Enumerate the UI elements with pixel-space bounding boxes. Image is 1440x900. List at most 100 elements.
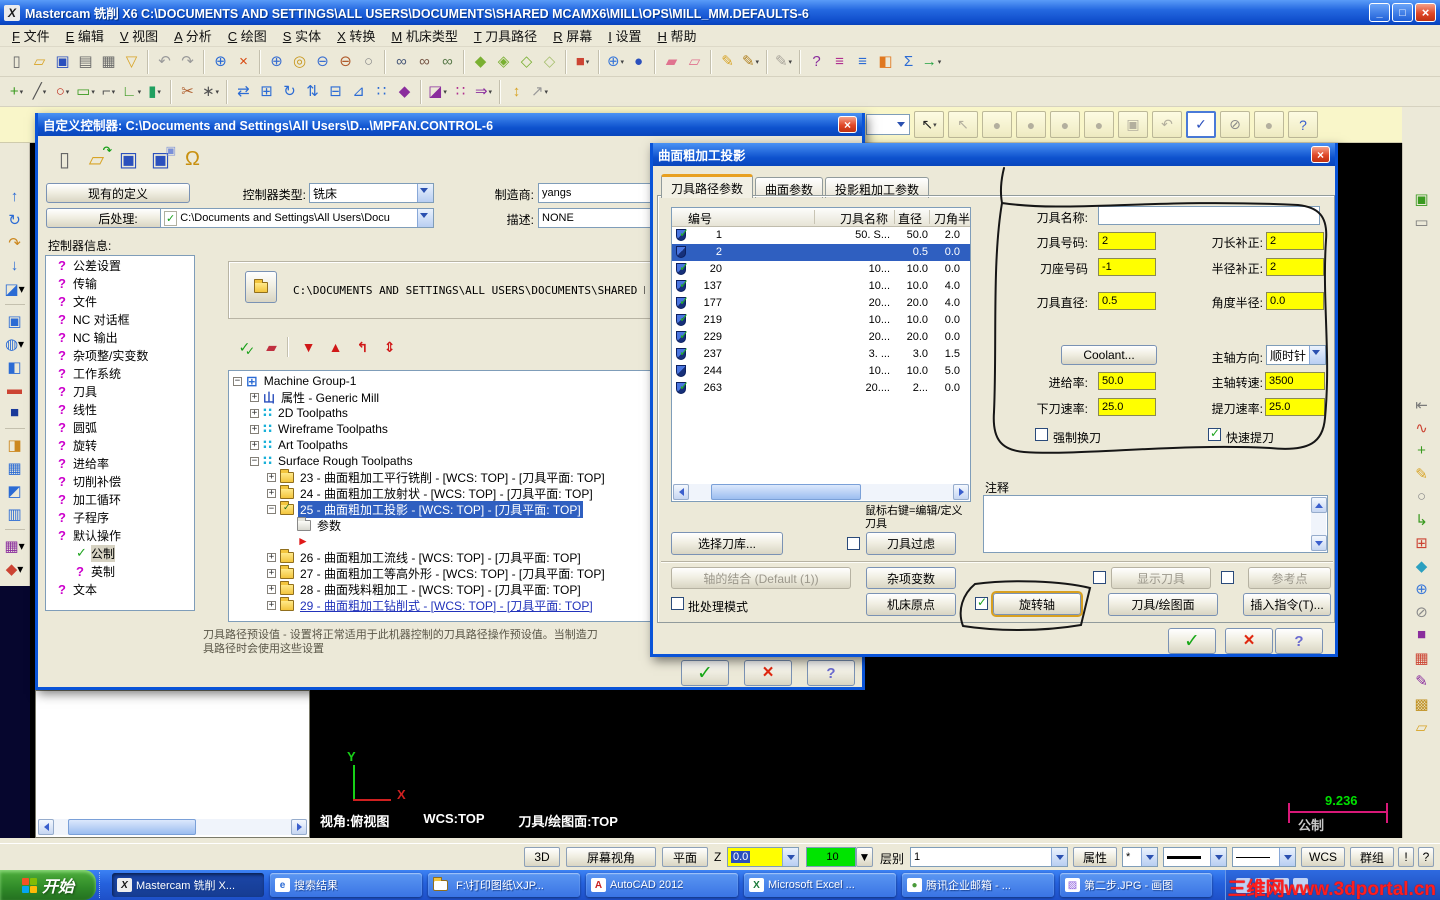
edit-pencil-icon[interactable]: ✎ — [716, 50, 739, 73]
xform-offset-icon[interactable]: ⊟ — [324, 80, 347, 103]
rotate-axis-button[interactable]: 旋转轴 — [991, 591, 1083, 617]
spindle-dir-combo[interactable]: 顺时针 — [1266, 345, 1326, 365]
holder-number-field[interactable]: -1 — [1098, 258, 1156, 276]
save-file-icon[interactable]: ▣ — [51, 50, 74, 73]
show-tool-checkbox[interactable] — [1093, 571, 1106, 584]
view-front-icon[interactable]: ◧ — [3, 355, 27, 378]
controller-new-icon[interactable]: ▯ — [51, 146, 78, 173]
util-pencil-icon[interactable]: ✎ — [1410, 462, 1434, 485]
tool-number-field[interactable]: 2 — [1098, 232, 1156, 250]
3d-toggle-button[interactable]: 3D — [524, 847, 560, 867]
operations-panel[interactable] — [35, 690, 310, 838]
exit-app-icon[interactable]: → ▾ — [920, 50, 943, 73]
tool-row[interactable]: 2 0.5 0.0 — [672, 244, 970, 261]
create-arc-icon[interactable]: ○ ▾ — [51, 80, 74, 103]
erase-setting-icon[interactable]: ▰ — [260, 336, 283, 358]
corner-radius-field[interactable]: 0.0 — [1266, 292, 1324, 310]
analyze-angle-icon[interactable]: ∞ — [436, 50, 459, 73]
move-down-icon[interactable]: ▼ — [297, 336, 320, 358]
filter-funnel-icon[interactable]: ▽ — [120, 50, 143, 73]
tool-table-header[interactable]: 编号 刀具名称 直径 刀角半 — [672, 208, 970, 227]
tool-plane-button[interactable]: 刀具/绘图面 — [1108, 593, 1218, 616]
scroll-left-icon[interactable] — [38, 819, 54, 835]
xform-translate-icon[interactable]: ⇄ — [232, 80, 255, 103]
existing-definition-button[interactable]: 现有的定义 — [46, 183, 190, 203]
screen-view-button[interactable]: 屏幕视角 — [566, 847, 656, 867]
controller-tree-item[interactable]: ? 子程序 — [46, 508, 194, 526]
insert-command-button[interactable]: 插入指令(T)... — [1243, 593, 1331, 616]
machine-tree-item[interactable]: + ∷ Wireframe Toolpaths — [229, 421, 652, 437]
new-file-icon[interactable]: ▯ — [5, 50, 28, 73]
tool-row[interactable]: 2373. ...3.01.5 — [672, 345, 970, 363]
auto-cursor-combo[interactable] — [866, 114, 910, 135]
create-line-icon[interactable]: ╱ ▾ — [28, 80, 51, 103]
controller-help-button[interactable]: ? — [807, 660, 855, 686]
expand-icon[interactable]: + — [267, 600, 276, 610]
controller-open-icon[interactable]: ▱ ↷ — [83, 145, 112, 173]
scroll-thumb[interactable] — [711, 484, 861, 500]
expand-icon[interactable]: + — [267, 488, 276, 498]
vp-rotate-icon[interactable]: ◩ — [3, 479, 27, 502]
toolpath-cancel-button[interactable]: × — [1225, 628, 1273, 654]
undo-icon[interactable]: ↶ — [153, 50, 176, 73]
controller-type-combo[interactable]: 铣床 — [309, 183, 434, 203]
start-button[interactable]: 开始 — [0, 870, 96, 900]
util-globe-icon[interactable]: ⊕ — [1410, 577, 1434, 600]
controller-tree-item[interactable]: ? 英制 — [46, 562, 194, 580]
menu-X[interactable]: X 转换 — [329, 24, 383, 47]
util-none-icon[interactable]: ⊘ — [1410, 600, 1434, 623]
tool-filter-checkbox[interactable] — [847, 537, 860, 550]
zoom-target-icon[interactable]: ◎ — [288, 50, 311, 73]
trim-break-icon[interactable]: ✂ — [176, 80, 199, 103]
hist-blue-icon[interactable]: ≡ — [851, 50, 874, 73]
xform-stretch-icon[interactable]: ⊿ — [347, 80, 370, 103]
taskbar-task-paint[interactable]: ▨ 第二步.JPG - 画图 — [1060, 873, 1212, 897]
machine-tree-item[interactable]: +29 - 曲面粗加工钻削式 - [WCS: TOP] - [刀具平面: TOP… — [229, 596, 652, 613]
select-circle[interactable]: ● — [1254, 111, 1284, 138]
controller-tree-item[interactable]: ? 圆弧 — [46, 418, 194, 436]
controller-save-icon[interactable]: ▣ — [115, 146, 142, 173]
controller-lock-icon[interactable]: Ω — [179, 146, 206, 173]
attributes-button[interactable]: 属性 — [1073, 847, 1117, 867]
grid-settings-icon[interactable]: ∷ — [449, 80, 472, 103]
controller-save-as-icon[interactable]: ▣ ▣ — [147, 145, 176, 173]
level-manager-icon[interactable]: ◪ ▾ — [426, 80, 449, 103]
level-combo[interactable]: 1 — [910, 847, 1068, 867]
xform-array-icon[interactable]: ∷ — [370, 80, 393, 103]
tool-table[interactable]: 编号 刀具名称 直径 刀角半 150. S...50.02.020.50.020… — [671, 207, 971, 502]
expand-icon[interactable]: + — [267, 552, 276, 562]
view-sphere-icon[interactable]: ◍ ▾ — [3, 332, 27, 355]
pan-crosshair-icon[interactable]: ⊕ — [209, 50, 232, 73]
gview-back-icon[interactable]: ↷ — [3, 231, 27, 254]
verify-all-icon[interactable]: ✓ ✓ — [233, 336, 256, 359]
tool-row[interactable]: 26320....2...0.0 — [672, 379, 970, 397]
force-toolchange-checkbox[interactable] — [1035, 428, 1048, 441]
controller-tree-item[interactable]: ? NC 输出 — [46, 328, 194, 346]
open-file-icon[interactable]: ▱ — [28, 50, 51, 73]
view-fit-icon[interactable]: ▣ — [3, 309, 27, 332]
xform-rotate-icon[interactable]: ↻ — [278, 80, 301, 103]
controller-tree-item[interactable]: ? 文本 — [46, 580, 194, 598]
util-extend-icon[interactable]: ⇤ — [1410, 393, 1434, 416]
expand-ribbon-icon[interactable]: ⇒ ▾ — [472, 80, 495, 103]
vp-grid-icon[interactable]: ▦ — [3, 456, 27, 479]
analyze-check-icon[interactable]: ? — [805, 50, 828, 73]
browse-folder-button[interactable] — [245, 271, 277, 303]
machine-tree-item[interactable]: +26 - 曲面粗加工流线 - [WCS: TOP] - [刀具平面: TOP] — [229, 548, 652, 565]
collapse-icon[interactable]: − — [250, 456, 259, 466]
shade-translucent-icon[interactable]: ◈ — [492, 50, 515, 73]
taskbar-task-folder[interactable]: F:\打印图纸\XJP... — [428, 873, 580, 897]
select-none[interactable]: ⊘ — [1220, 111, 1250, 138]
controller-tree-item[interactable]: ? 公差设置 — [46, 256, 194, 274]
highlight-bulb-icon[interactable]: ↕ — [505, 80, 528, 103]
move-up-icon[interactable]: ▲ — [324, 336, 347, 358]
feed-rate-field[interactable]: 50.0 — [1098, 372, 1156, 390]
scroll-right-icon[interactable] — [291, 819, 307, 835]
length-comp-field[interactable]: 2 — [1266, 232, 1324, 250]
taskbar-task-chrome[interactable]: ● 腾讯企业邮箱 - ... — [902, 873, 1054, 897]
view-cube-icon[interactable]: ■ ▾ — [571, 50, 594, 73]
print-icon[interactable]: ▤ — [74, 50, 97, 73]
util-colors-icon[interactable]: ▩ — [1410, 692, 1434, 715]
col-diameter[interactable]: 直径 — [898, 210, 922, 227]
gview-iso-icon[interactable]: ◪ ▾ — [3, 277, 27, 300]
